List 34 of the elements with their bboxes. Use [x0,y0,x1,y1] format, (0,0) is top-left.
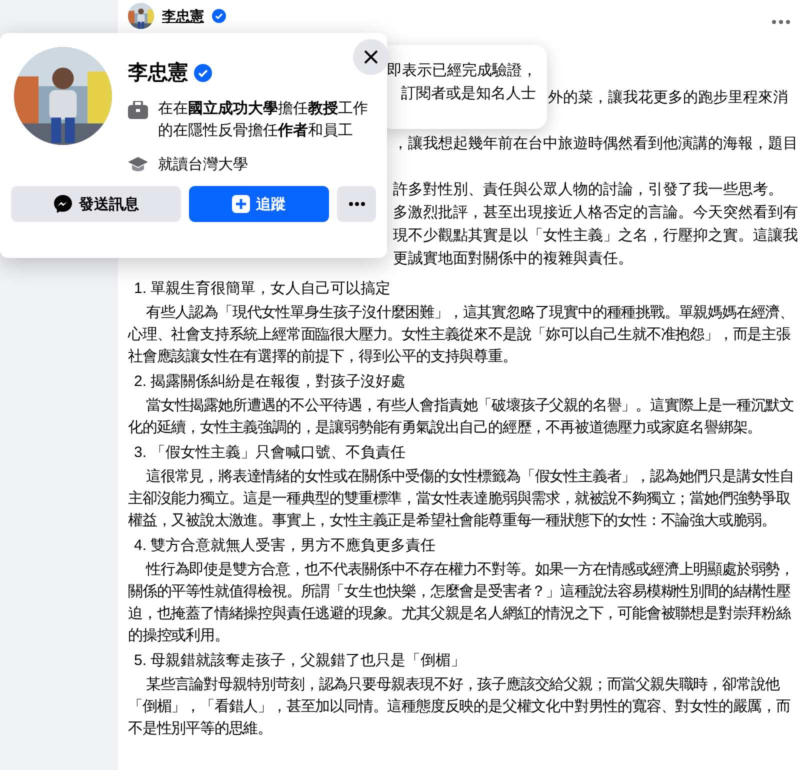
post-text-line: 許多對性別、責任與公眾人物的討論，引發了我一些思考。 [393,180,783,200]
close-icon [364,50,378,64]
section-paragraph: 當女性揭露她所遭遇的不公平待遇，有些人會指責她「破壞孩子父親的名譽」。這實際上是一種沉默文化的延續，女性主義強調的，是讓弱勢能有勇氣說出自己的經歷，不再被道德壓力或家庭名譽綁架。 [128,396,796,438]
post-text-line: 更誠實地面對關係中的複雜與責任。 [393,249,633,269]
follow-button[interactable]: 追蹤 [189,186,329,222]
more-button[interactable] [337,186,376,222]
section-heading: 3. 「假女性主義」只會喊口號、不負責任 [134,443,407,463]
profile-detail: 就讀台灣大學 [158,155,248,175]
profile-detail: 在在國立成功大學擔任教授工作的在隱性反骨擔任作者和員工 [158,99,368,141]
more-icon [348,202,364,206]
verified-icon [212,9,226,23]
message-button[interactable]: 發送訊息 [11,186,181,222]
section-heading: 2. 揭露關係糾紛是在報復，對孩子沒好處 [134,372,407,392]
close-button[interactable] [353,39,389,75]
plus-icon [232,195,250,213]
post-text-line: 外的菜，讓我花更多的跑步里程來消 [548,88,788,108]
briefcase-icon [128,101,148,119]
section-paragraph: 這很常見，將表達情緒的女性或在關係中受傷的女性標籤為「假女性主義者」，認為她們只是講女性自主卻沒能力獨立。這是一種典型的雙重標準，當女性表達脆弱與需求，就被說不夠獨立；當她們強勢爭取權益，又被說太激進。事實上，女性主義正是希望社會能尊重每一種狀態下的女性：不論強大或脆弱。 [128,467,796,531]
tooltip-text: 即表示已經完成驗證， [387,61,538,81]
section-paragraph: 有些人認為「現代女性單身生孩子沒什麼困難」，這其實忽略了現實中的種種挑戰。單親媽媽在經濟、心理、社會支持系統上經常面臨很大壓力。女性主義從來不是說「妳可以自己生就不准抱怨」，而是主張社會應該讓女性在有選擇的前提下，得到公平的支持與尊重。 [128,303,796,367]
section-paragraph: 某些言論對母親特別苛刻，認為只要母親表現不好，孩子應該交給父親；而當父親失職時，卻常說他「倒楣」，「看錯人」，甚至加以同情。這種態度反映的是父權文化中對男性的寬容、對女性的嚴厲，而不是性別平等的思維。 [128,675,792,739]
messenger-icon [53,194,73,214]
section-heading: 1. 單親生育很簡單，女人自己可以搞定 [134,279,392,299]
graduation-cap-icon [128,157,148,173]
post-text-line: ，讓我想起幾年前在台中旅遊時偶然看到他演講的海報，題目 [393,134,798,154]
section-heading: 5. 母親錯就該奪走孩子，父親錯了也只是「倒楣」 [134,651,467,671]
profile-name[interactable]: 李忠憲 [128,59,188,86]
author-name[interactable]: 李忠憲 [162,8,204,24]
verified-icon [194,64,212,82]
section-heading: 4. 雙方合意就無人受害，男方不應負更多責任 [134,536,437,556]
post-text-line: 多激烈批評，甚至出現接近人格否定的言論。今天突然看到有 [393,203,798,223]
tooltip-text: 訂閱者或是知名人士 [400,84,537,104]
section-paragraph: 性行為即使是雙方合意，也不代表關係中不存在權力不對等。如果一方在情感或經濟上明顯處於弱勢，關係的平等性就值得檢視。所謂「女生也快樂，怎麼會是受害者？」這種說法容易模糊性別間的結構性壓迫，也掩蓋了情緒操控與責任逃避的現象。尤其父親是名人網紅的情況之下，可能會被聯想是對崇拜粉絲的操控或利用。 [128,560,796,646]
post-text-line: 現不少觀點其實是以「女性主義」之名，行壓抑之實。這讓我 [393,226,798,246]
